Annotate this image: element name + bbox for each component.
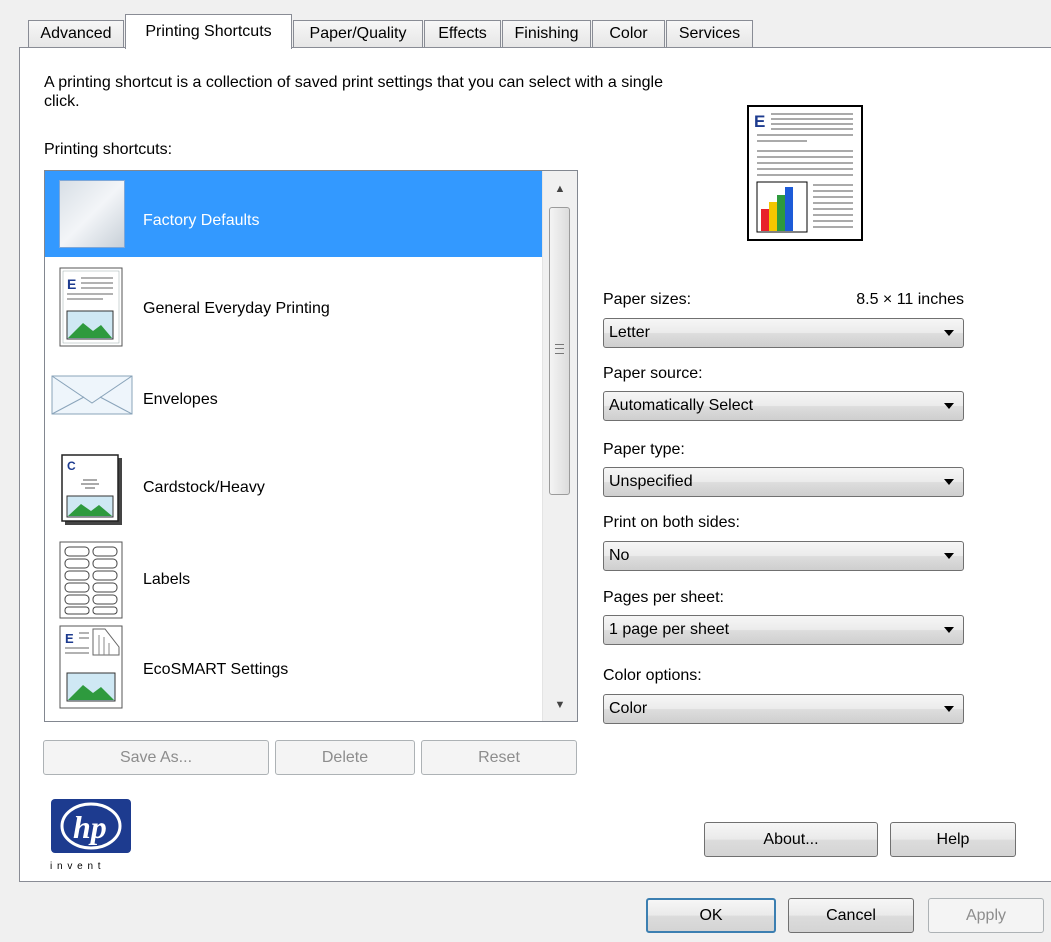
color-options-select[interactable]: Color xyxy=(603,694,964,724)
pages-per-sheet-select[interactable]: 1 page per sheet xyxy=(603,615,964,645)
svg-text:E: E xyxy=(65,631,74,646)
chevron-down-icon xyxy=(944,479,954,485)
hp-tagline: i n v e n t xyxy=(50,861,102,872)
svg-text:C: C xyxy=(67,459,76,473)
paper-sizes-select[interactable]: Letter xyxy=(603,318,964,348)
shortcuts-label: Printing shortcuts: xyxy=(44,141,173,158)
about-button[interactable]: About... xyxy=(704,822,878,857)
page-preview-icon: E xyxy=(747,105,863,241)
paper-source-value: Automatically Select xyxy=(609,397,754,414)
tab-strip: Advanced Printing Shortcuts Paper/Qualit… xyxy=(0,0,1051,49)
chevron-down-icon xyxy=(944,706,954,712)
list-item-cardstock-heavy[interactable]: C Cardstock/Heavy xyxy=(45,429,542,525)
tab-advanced[interactable]: Advanced xyxy=(28,20,124,47)
print-both-sides-label: Print on both sides: xyxy=(603,514,740,531)
paper-source-select[interactable]: Automatically Select xyxy=(603,391,964,421)
pages-per-sheet-value: 1 page per sheet xyxy=(609,621,730,638)
factory-defaults-icon xyxy=(59,180,125,248)
pages-per-sheet-label: Pages per sheet: xyxy=(603,589,724,606)
svg-text:E: E xyxy=(67,276,76,292)
paper-source-label: Paper source: xyxy=(603,365,703,382)
hp-logo: hp i n v e n t xyxy=(50,798,140,872)
scroll-up-arrow-icon[interactable]: ▲ xyxy=(543,175,577,203)
envelope-icon xyxy=(51,375,133,415)
color-options-value: Color xyxy=(609,700,648,717)
tab-services[interactable]: Services xyxy=(666,20,753,47)
document-icon: E xyxy=(59,267,123,347)
color-options-label: Color options: xyxy=(603,667,702,684)
help-button[interactable]: Help xyxy=(890,822,1016,857)
chevron-down-icon xyxy=(944,553,954,559)
chevron-down-icon xyxy=(944,403,954,409)
paper-type-value: Unspecified xyxy=(609,473,693,490)
paper-type-label: Paper type: xyxy=(603,441,685,458)
list-scrollbar[interactable]: ▲ ▼ xyxy=(542,171,577,721)
tab-color[interactable]: Color xyxy=(592,20,665,47)
description-text: A printing shortcut is a collection of s… xyxy=(44,74,663,110)
ok-button[interactable]: OK xyxy=(646,898,776,933)
tab-printing-shortcuts[interactable]: Printing Shortcuts xyxy=(125,14,292,49)
tab-effects[interactable]: Effects xyxy=(424,20,501,47)
paper-sizes-value: Letter xyxy=(609,324,650,341)
list-item-labels[interactable]: Labels xyxy=(45,515,542,619)
tab-paper-quality[interactable]: Paper/Quality xyxy=(293,20,423,47)
shortcuts-list[interactable]: Factory Defaults E General Everyday Prin… xyxy=(44,170,578,722)
paper-sizes-label: Paper sizes: xyxy=(603,291,692,308)
list-item-label: EcoSMART Settings xyxy=(143,661,289,678)
reset-button[interactable]: Reset xyxy=(421,740,577,775)
list-item-label: General Everyday Printing xyxy=(143,300,330,317)
tab-finishing[interactable]: Finishing xyxy=(502,20,591,47)
ecosmart-icon: E xyxy=(59,625,123,709)
cancel-button[interactable]: Cancel xyxy=(788,898,914,933)
list-item-label: Labels xyxy=(143,571,191,588)
chevron-down-icon xyxy=(944,330,954,336)
print-both-sides-value: No xyxy=(609,547,630,564)
hp-logo-text: hp xyxy=(73,809,107,845)
list-item-factory-defaults[interactable]: Factory Defaults xyxy=(45,171,542,257)
scrollbar-thumb[interactable] xyxy=(549,207,570,495)
apply-button[interactable]: Apply xyxy=(928,898,1044,933)
list-item-label: Envelopes xyxy=(143,391,218,408)
list-item-envelopes[interactable]: Envelopes xyxy=(45,343,542,429)
list-item-ecosmart-settings[interactable]: E EcoSMART Settings xyxy=(45,601,542,709)
paper-type-select[interactable]: Unspecified xyxy=(603,467,964,497)
print-both-sides-select[interactable]: No xyxy=(603,541,964,571)
list-item-label: Factory Defaults xyxy=(143,212,260,229)
paper-dimensions-text: 8.5 × 11 inches xyxy=(856,291,964,308)
save-as-button[interactable]: Save As... xyxy=(43,740,269,775)
svg-text:E: E xyxy=(754,112,765,131)
delete-button[interactable]: Delete xyxy=(275,740,415,775)
list-item-label: Cardstock/Heavy xyxy=(143,479,265,496)
list-item-general-everyday-printing[interactable]: E General Everyday Printing xyxy=(45,257,542,347)
chevron-down-icon xyxy=(944,627,954,633)
scroll-down-arrow-icon[interactable]: ▼ xyxy=(543,691,577,719)
hp-logo-icon: hp xyxy=(51,799,131,853)
